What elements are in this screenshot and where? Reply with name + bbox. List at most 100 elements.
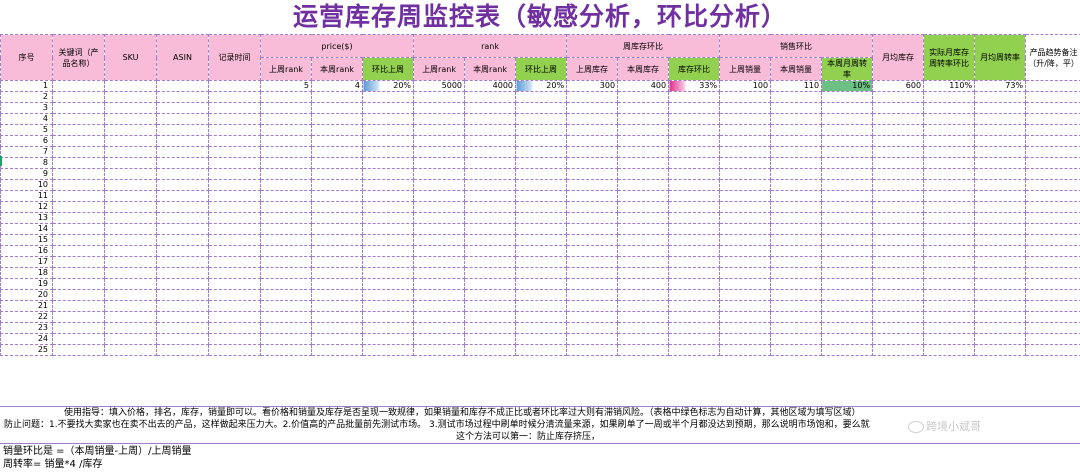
cell-trend-note[interactable] <box>1025 80 1080 92</box>
table-cell[interactable] <box>821 102 874 114</box>
table-cell[interactable] <box>719 278 772 290</box>
table-cell[interactable] <box>974 245 1027 257</box>
table-cell[interactable] <box>770 300 823 312</box>
table-cell[interactable] <box>974 146 1027 158</box>
table-cell[interactable] <box>311 124 363 136</box>
table-cell[interactable] <box>719 245 772 257</box>
table-cell[interactable] <box>52 113 105 125</box>
table-cell[interactable] <box>719 289 772 301</box>
table-cell[interactable] <box>566 168 619 180</box>
table-cell[interactable] <box>668 124 721 136</box>
table-cell[interactable] <box>872 190 925 202</box>
row-number[interactable]: 2 <box>0 91 53 103</box>
table-cell[interactable] <box>515 234 568 246</box>
table-cell[interactable] <box>719 135 772 147</box>
table-cell[interactable] <box>361 289 415 301</box>
table-cell[interactable] <box>413 267 466 279</box>
table-cell[interactable] <box>617 311 670 323</box>
table-cell[interactable] <box>668 300 721 312</box>
table-cell[interactable] <box>923 146 976 158</box>
row-number[interactable]: 15 <box>0 234 53 246</box>
table-cell[interactable] <box>566 311 619 323</box>
table-cell[interactable] <box>872 124 925 136</box>
table-cell[interactable] <box>668 267 721 279</box>
table-cell[interactable] <box>260 201 312 213</box>
table-cell[interactable] <box>208 179 261 191</box>
table-cell[interactable] <box>1025 201 1080 213</box>
table-cell[interactable] <box>566 267 619 279</box>
table-cell[interactable] <box>413 278 466 290</box>
table-cell[interactable] <box>413 344 466 356</box>
table-cell[interactable] <box>770 289 823 301</box>
table-cell[interactable] <box>104 267 157 279</box>
table-cell[interactable] <box>923 113 976 125</box>
table-cell[interactable] <box>515 278 568 290</box>
table-cell[interactable] <box>617 135 670 147</box>
table-cell[interactable] <box>361 256 415 268</box>
table-cell[interactable] <box>208 278 261 290</box>
table-cell[interactable] <box>208 91 261 103</box>
table-cell[interactable] <box>413 168 466 180</box>
table-cell[interactable] <box>872 146 925 158</box>
table-cell[interactable] <box>1025 124 1080 136</box>
table-cell[interactable] <box>923 201 976 213</box>
cell-price-this[interactable]: 4 <box>311 80 363 92</box>
table-cell[interactable] <box>974 300 1027 312</box>
table-cell[interactable] <box>464 256 517 268</box>
table-cell[interactable] <box>464 300 517 312</box>
header-turnover-this[interactable]: 本周月周转率 <box>821 57 874 81</box>
table-cell[interactable] <box>770 245 823 257</box>
table-cell[interactable] <box>923 300 976 312</box>
table-cell[interactable] <box>260 135 312 147</box>
table-cell[interactable] <box>156 300 209 312</box>
table-cell[interactable] <box>104 135 157 147</box>
table-cell[interactable] <box>260 212 312 224</box>
table-cell[interactable] <box>156 245 209 257</box>
cell-stock-mom[interactable]: 33% <box>668 80 721 92</box>
table-cell[interactable] <box>52 234 105 246</box>
table-cell[interactable] <box>872 245 925 257</box>
table-cell[interactable] <box>156 146 209 158</box>
cell-actual-monthly-turnover[interactable]: 110% <box>923 80 976 92</box>
table-cell[interactable] <box>668 201 721 213</box>
table-cell[interactable] <box>770 179 823 191</box>
table-cell[interactable] <box>821 333 874 345</box>
table-cell[interactable] <box>719 256 772 268</box>
row-number[interactable]: 9 <box>0 168 53 180</box>
table-cell[interactable] <box>668 223 721 235</box>
table-cell[interactable] <box>1025 91 1080 103</box>
table-cell[interactable] <box>104 322 157 334</box>
table-cell[interactable] <box>974 135 1027 147</box>
table-cell[interactable] <box>260 311 312 323</box>
table-cell[interactable] <box>566 91 619 103</box>
table-cell[interactable] <box>361 179 415 191</box>
table-cell[interactable] <box>821 146 874 158</box>
table-cell[interactable] <box>515 102 568 114</box>
table-cell[interactable] <box>413 289 466 301</box>
table-cell[interactable] <box>515 168 568 180</box>
table-cell[interactable] <box>770 344 823 356</box>
table-cell[interactable] <box>208 223 261 235</box>
cell-sku[interactable] <box>104 80 157 92</box>
table-cell[interactable] <box>668 135 721 147</box>
table-cell[interactable] <box>1025 179 1080 191</box>
table-cell[interactable] <box>923 223 976 235</box>
table-cell[interactable] <box>413 311 466 323</box>
table-cell[interactable] <box>515 190 568 202</box>
table-cell[interactable] <box>872 267 925 279</box>
table-cell[interactable] <box>52 344 105 356</box>
row-number[interactable]: 8 <box>0 157 53 169</box>
table-cell[interactable] <box>923 245 976 257</box>
header-sku[interactable]: SKU <box>104 34 157 81</box>
table-cell[interactable] <box>104 289 157 301</box>
cell-monthly-weekly-turnover[interactable]: 73% <box>974 80 1027 92</box>
table-cell[interactable] <box>821 344 874 356</box>
table-cell[interactable] <box>1025 245 1080 257</box>
table-cell[interactable] <box>208 190 261 202</box>
table-cell[interactable] <box>260 245 312 257</box>
table-cell[interactable] <box>515 212 568 224</box>
row-number[interactable]: 23 <box>0 322 53 334</box>
table-cell[interactable] <box>311 311 363 323</box>
table-cell[interactable] <box>668 113 721 125</box>
cell-record-time[interactable] <box>208 80 261 92</box>
